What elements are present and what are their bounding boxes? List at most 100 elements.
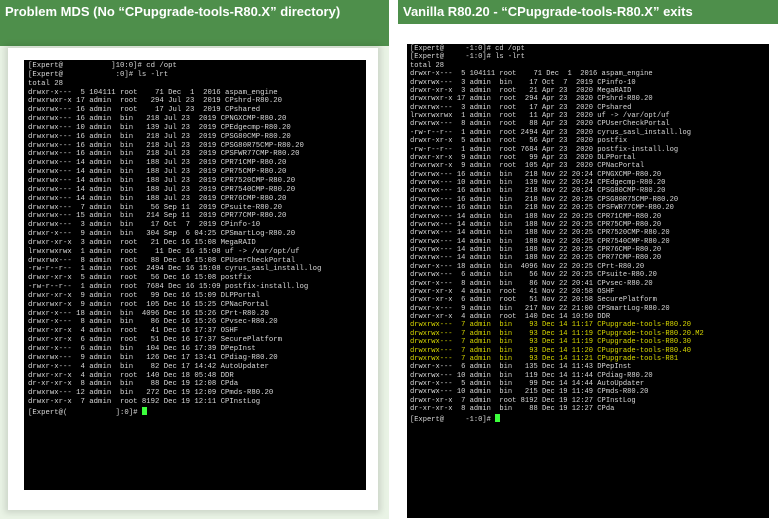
cursor-icon bbox=[141, 406, 147, 415]
terminal-line-text: drwxrwx--- 10 admin bin 215 Dec 19 11:49… bbox=[410, 388, 649, 397]
terminal-line: drwxrwx--- 14 admin bin 188 Nov 22 20:25… bbox=[410, 238, 766, 246]
terminal-line: drwxr-xr-x 9 admin root 99 Apr 23 2020 D… bbox=[410, 154, 766, 162]
terminal-line: drwxr-xr-x 6 admin root 51 Dec 16 17:37 … bbox=[28, 336, 362, 345]
terminal-line: drwxr-x--- 8 admin bin 86 Nov 22 20:41 C… bbox=[410, 280, 766, 288]
terminal-line-text: drwxrwx--- 7 admin bin 93 Dec 14 11:17 C… bbox=[410, 321, 691, 330]
terminal-line: drwxrwx--- 16 admin root 17 Jul 23 2019 … bbox=[28, 106, 362, 115]
terminal-line: [Expert@ -1:0]# cd /opt bbox=[410, 45, 766, 53]
terminal-line: drwxr-x--- 5 admin bin 99 Dec 14 14:44 A… bbox=[410, 380, 766, 388]
terminal-line: drwxr-xr-x 9 admin root 99 Dec 16 15:09 … bbox=[28, 292, 362, 301]
terminal-line: drwxrwx--- 9 admin bin 126 Dec 17 13:41 … bbox=[28, 354, 362, 363]
cursor-icon bbox=[495, 413, 501, 422]
terminal-line: drwxr-xr-x 5 admin root 56 Apr 23 2020 p… bbox=[410, 137, 766, 145]
terminal-line-text: -rw-r--r-- 1 admin root 7684 Dec 16 15:0… bbox=[28, 283, 309, 292]
terminal-line: drwxrwx--- 16 admin bin 218 Jul 23 2019 … bbox=[28, 133, 362, 142]
terminal-line: drwxrwx--- 14 admin bin 188 Nov 22 20:25… bbox=[410, 246, 766, 254]
terminal-line-text: drwxr-xr-x 4 admin root 41 Nov 22 20:58 … bbox=[410, 287, 615, 296]
terminal-line-text: drwxrwx--- 7 admin bin 93 Dec 14 11:21 C… bbox=[410, 354, 679, 363]
terminal-line: drwxrwx--- 14 admin bin 188 Nov 22 20:25… bbox=[410, 213, 766, 221]
terminal-line-text: total 28 bbox=[410, 61, 445, 70]
terminal-line: drwxrwx--- 3 admin bin 17 Oct 7 2019 CPi… bbox=[28, 221, 362, 230]
terminal-line: drwxrwx--- 7 admin bin 93 Dec 14 11:17 C… bbox=[410, 321, 766, 329]
terminal-line-text: drwxrwx--- 16 admin bin 218 Nov 22 20:25… bbox=[410, 195, 679, 204]
right-edge bbox=[770, 44, 778, 519]
terminal-line-text: drwxrwx--- 14 admin bin 188 Nov 22 20:25… bbox=[410, 220, 662, 229]
terminal-line: drwxrwx--- 7 admin bin 93 Dec 14 11:20 C… bbox=[410, 347, 766, 355]
terminal-line-text: drwxr-x--- 6 admin bin 104 Dec 16 17:39 … bbox=[28, 345, 256, 353]
terminal-line-text: drwxrwx--- 16 admin bin 218 Nov 22 20:24… bbox=[410, 187, 666, 196]
terminal-line: drwxr-xr-x 5 admin root 56 Dec 16 15:08 … bbox=[28, 274, 362, 283]
terminal-line: drwxrwx--- 14 admin bin 188 Jul 23 2019 … bbox=[28, 159, 362, 168]
terminal-line: -rw-r--r-- 1 admin root 2494 Apr 23 2020… bbox=[410, 129, 766, 137]
terminal-line: -rw-r--r-- 1 admin root 7684 Dec 16 15:0… bbox=[28, 283, 362, 292]
terminal-line: drwxr-x--- 5 104111 root 71 Dec 1 2016 a… bbox=[410, 70, 766, 78]
terminal-line-text: drwxr-xr-x 4 admin root 140 Dec 14 10:50… bbox=[410, 313, 611, 321]
terminal-line: drwxrwx--- 16 admin bin 218 Nov 22 20:24… bbox=[410, 171, 766, 179]
terminal-line-text: drwxrwx--- 14 admin bin 188 Nov 22 20:25… bbox=[410, 246, 662, 254]
terminal-line-text: drwxrwx--- 14 admin bin 188 Jul 23 2019 … bbox=[28, 185, 296, 194]
terminal-line-text: [Expert@( ]:0]# bbox=[28, 408, 142, 417]
terminal-line: [Expert@ -1:0]# ls -lrt bbox=[410, 53, 766, 61]
terminal-line: drwxr-xr-x 7 admin root 8192 Dec 19 12:1… bbox=[28, 398, 362, 407]
terminal-line: [Expert@ :0]# ls -lrt bbox=[28, 71, 362, 80]
terminal-line-text: drwxr-x--- 6 admin bin 135 Dec 14 11:43 … bbox=[410, 363, 632, 372]
terminal-line-text: drwxrwx--- 10 admin bin 119 Dec 14 11:44… bbox=[410, 371, 653, 380]
terminal-line-text: drwxrwx--- 3 admin bin 17 Oct 7 2019 CPi… bbox=[410, 78, 636, 87]
terminal-line: drwxrwx--- 16 admin bin 218 Nov 22 20:25… bbox=[410, 196, 766, 204]
terminal-line-text: drwxr-xr-x 9 admin root 99 Apr 23 2020 D… bbox=[410, 153, 636, 162]
terminal-line-text: lrwxrwxrwx 1 admin root 11 Dec 16 15:08 … bbox=[28, 247, 300, 256]
terminal-line-text: [Expert@ -1:0]# cd /opt bbox=[410, 45, 525, 53]
terminal-line: -rw-r--r-- 1 admin root 7684 Apr 23 2020… bbox=[410, 146, 766, 154]
terminal-line-text: [Expert@ :0]# ls -lrt bbox=[28, 70, 169, 79]
terminal-line: drwxrwx--- 14 admin bin 188 Jul 23 2019 … bbox=[28, 186, 362, 195]
terminal-line-text: drwxrwx--- 3 admin root 17 Apr 23 2020 C… bbox=[410, 103, 632, 112]
terminal-line-text: drwxrwx--- 16 admin bin 218 Jul 23 2019 … bbox=[28, 115, 287, 124]
right-panel-title: Vanilla R80.20 - “CPupgrade-tools-R80.X”… bbox=[398, 0, 778, 24]
terminal-line: drwxrwx--- 14 admin bin 188 Jul 23 2019 … bbox=[28, 195, 362, 204]
terminal-line-text: -rw-r--r-- 1 admin root 2494 Apr 23 2020… bbox=[410, 128, 691, 137]
terminal-line-text: drwxr-x--- 5 admin bin 99 Dec 14 14:44 A… bbox=[410, 380, 645, 388]
terminal-line: drwxr-x--- 8 admin bin 86 Dec 16 15:26 C… bbox=[28, 318, 362, 327]
terminal-line-text: drwxr-xr-x 3 admin root 21 Apr 23 2020 M… bbox=[410, 86, 632, 95]
terminal-line-text: dr-xr-xr-x 8 admin bin 88 Dec 19 12:27 C… bbox=[410, 405, 615, 414]
terminal-line: drwxr-x--- 9 admin bin 304 Sep 6 04:25 C… bbox=[28, 230, 362, 239]
terminal-line: drwxr-xr-x 4 admin root 140 Dec 18 05:48… bbox=[28, 372, 362, 381]
terminal-line-text: drwxrwx--- 14 admin bin 188 Jul 23 2019 … bbox=[28, 159, 287, 168]
terminal-line-text: drwxr-x--- 8 admin bin 86 Nov 22 20:41 C… bbox=[410, 279, 653, 288]
terminal-line-text: drwxr-x--- 18 admin bin 4096 Dec 16 15:2… bbox=[28, 309, 269, 318]
terminal-line: drwxrwx--- 7 admin bin 56 Sep 11 2019 CP… bbox=[28, 204, 362, 213]
terminal-line-text: drwxr-xr-x 4 admin root 140 Dec 18 05:48… bbox=[28, 371, 234, 380]
terminal-line: drwxrwx--- 14 admin bin 188 Nov 22 20:25… bbox=[410, 254, 766, 262]
terminal-line-text: drwxrwx--- 3 admin bin 17 Oct 7 2019 CPi… bbox=[28, 221, 261, 230]
terminal-line-text: drwxrwx--- 7 admin bin 93 Dec 14 11:20 C… bbox=[410, 346, 691, 355]
terminal-line: drwxrwxr-x 17 admin root 294 Jul 23 2019… bbox=[28, 97, 362, 106]
terminal-line: drwxrwx--- 14 admin bin 188 Jul 23 2019 … bbox=[28, 168, 362, 177]
terminal-line: drwxrwx--- 15 admin bin 214 Sep 11 2019 … bbox=[28, 212, 362, 221]
terminal-line: drwxrwx--- 3 admin root 17 Apr 23 2020 C… bbox=[410, 104, 766, 112]
terminal-line: drwxrwx--- 3 admin bin 17 Oct 7 2019 CPi… bbox=[410, 79, 766, 87]
terminal-line: drwxrwx--- 8 admin root 88 Apr 23 2020 C… bbox=[410, 120, 766, 128]
terminal-line-text: drwxrwx--- 14 admin bin 188 Jul 23 2019 … bbox=[28, 194, 287, 203]
terminal-line-text: drwxrwx--- 16 admin bin 218 Jul 23 2019 … bbox=[28, 150, 300, 159]
terminal-line-text: drwxr-xr-x 6 admin root 51 Nov 22 20:58 … bbox=[410, 296, 657, 305]
left-panel-title: Problem MDS (No “CPupgrade-tools-R80.X” … bbox=[0, 0, 389, 46]
terminal-line-text: drwxr-xr-x 3 admin root 21 Dec 16 15:08 … bbox=[28, 238, 256, 247]
terminal-line-text: drwxr-x--- 9 admin bin 217 Nov 22 21:00 … bbox=[410, 304, 670, 313]
terminal-line-text: drwxrwxr-x 9 admin root 105 Dec 16 15:25… bbox=[28, 300, 269, 309]
terminal-line: drwxr-x--- 4 admin bin 82 Dec 17 14:42 A… bbox=[28, 363, 362, 372]
right-terminal[interactable]: [Expert@ -1:0]# cd /opt [Expert@ -1:0]# l… bbox=[407, 44, 769, 518]
terminal-line-text: drwxrwx--- 7 admin bin 93 Dec 14 11:19 C… bbox=[410, 329, 704, 338]
terminal-line-text: [Expert@ ]10:0]# cd /opt bbox=[28, 62, 177, 70]
terminal-line-text: lrwxrwxrwx 1 admin root 11 Apr 23 2020 u… bbox=[410, 112, 670, 120]
terminal-line-text: drwxrwx--- 16 admin root 17 Jul 23 2019 … bbox=[28, 106, 261, 115]
terminal-line: drwxr-x--- 18 admin bin 4096 Nov 22 20:2… bbox=[410, 263, 766, 271]
terminal-line-text: drwxrwx--- 16 admin bin 218 Jul 23 2019 … bbox=[28, 132, 291, 141]
terminal-line-text: [Expert@ -1:0]# ls -lrt bbox=[410, 53, 525, 62]
terminal-line: drwxr-x--- 6 admin bin 104 Dec 16 17:39 … bbox=[28, 345, 362, 354]
terminal-line-text: drwxr-xr-x 5 admin root 56 Dec 16 15:08 … bbox=[28, 274, 252, 283]
terminal-line-text: drwxrwx--- 7 admin bin 56 Sep 11 2019 CP… bbox=[28, 203, 282, 212]
terminal-line: drwxr-x--- 9 admin bin 217 Nov 22 21:00 … bbox=[410, 305, 766, 313]
terminal-line: lrwxrwxrwx 1 admin root 11 Dec 16 15:08 … bbox=[28, 248, 362, 257]
left-terminal[interactable]: [Expert@ ]10:0]# cd /opt [Expert@ :0]# ls… bbox=[24, 60, 366, 490]
terminal-line-text: drwxr-x--- 5 104111 root 71 Dec 1 2016 a… bbox=[410, 70, 653, 79]
